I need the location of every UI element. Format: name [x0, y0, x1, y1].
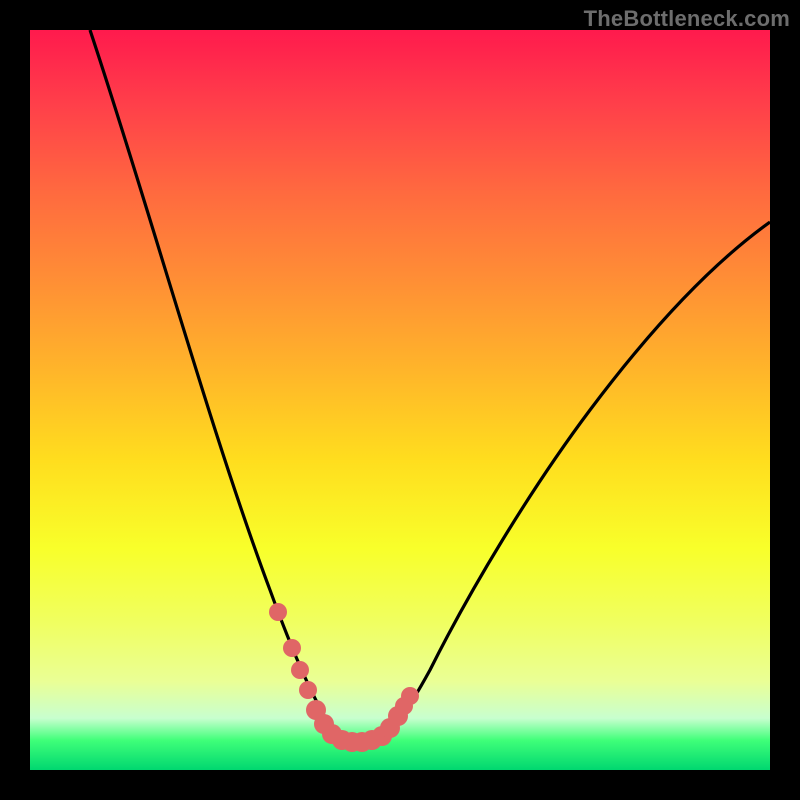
marker-dot [332, 730, 352, 750]
marker-dot [362, 730, 382, 750]
marker-dot [372, 726, 392, 746]
marker-dot [306, 700, 326, 720]
marker-dot [395, 697, 413, 715]
marker-dot [380, 718, 400, 738]
marker-dot [283, 639, 301, 657]
marker-dot [388, 706, 408, 726]
marker-dot [342, 732, 362, 752]
marker-dot [299, 681, 317, 699]
marker-dot [291, 661, 309, 679]
plot-frame [30, 30, 770, 770]
marker-dot [269, 603, 287, 621]
watermark-text: TheBottleneck.com [584, 6, 790, 32]
marker-dot [401, 687, 419, 705]
marker-dot [322, 724, 342, 744]
bottleneck-curve [90, 30, 770, 740]
marker-dot [314, 714, 334, 734]
marker-dot [352, 732, 372, 752]
bottleneck-chart [30, 30, 770, 770]
marker-group [269, 603, 419, 752]
